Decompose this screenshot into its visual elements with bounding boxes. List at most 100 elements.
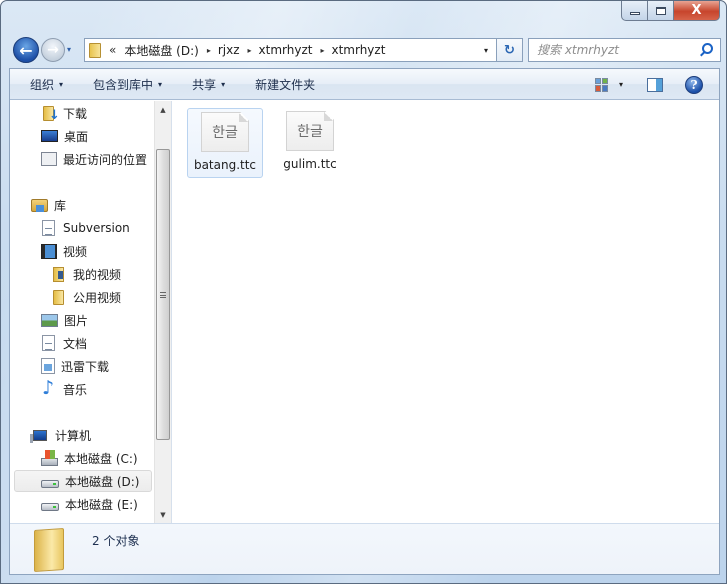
sidebar-item-label: 图片: [64, 313, 89, 328]
navigation-scrollbar[interactable]: ▲ ▼: [154, 101, 171, 523]
folder-icon: [53, 289, 64, 305]
scroll-up-button[interactable]: ▲: [155, 101, 171, 118]
sidebar-item-label: 计算机: [55, 428, 92, 443]
sidebar-item-public-videos[interactable]: 公用视频: [51, 286, 121, 308]
file-item[interactable]: 한글 batang.ttc: [187, 108, 263, 178]
chevron-down-icon: ▾: [221, 79, 226, 89]
sidebar-item-recent-places[interactable]: 最近访问的位置: [41, 148, 147, 170]
search-input[interactable]: [537, 43, 697, 57]
item-count: 2 个对象: [92, 534, 140, 548]
library-icon: [31, 198, 48, 212]
breadcrumb-overflow-button[interactable]: «: [109, 43, 116, 57]
sidebar-item-label: 公用视频: [73, 290, 122, 305]
breadcrumb-separator-icon[interactable]: ▸: [320, 46, 324, 55]
sidebar-item-drive-c[interactable]: 本地磁盘 (C:): [41, 447, 138, 469]
back-button[interactable]: ←: [13, 37, 39, 63]
sidebar-item-label: 迅雷下载: [61, 359, 110, 374]
sidebar-item-documents[interactable]: 文档: [41, 332, 87, 354]
address-bar[interactable]: « 本地磁盘 (D:) ▸ rjxz ▸ xtmrhyzt ▸ xtmrhyzt…: [84, 38, 497, 62]
command-bar-right: ▾ ?: [594, 69, 719, 100]
chevron-down-icon: ▾: [158, 79, 163, 89]
breadcrumb-item[interactable]: xtmrhyzt: [331, 43, 385, 57]
sidebar-item-drive-e[interactable]: 本地磁盘 (E:): [41, 493, 138, 515]
sidebar-item-label: 本地磁盘 (C:): [64, 451, 138, 466]
thunder-download-icon: [41, 358, 55, 374]
maximize-button[interactable]: [648, 1, 674, 21]
organize-menu[interactable]: 组织 ▾: [30, 76, 63, 93]
scrollbar-thumb[interactable]: [156, 149, 170, 441]
sidebar-item-downloads[interactable]: 下载: [41, 102, 87, 124]
pictures-icon: [41, 313, 58, 327]
search-box: [528, 38, 721, 62]
sidebar-item-videos[interactable]: 视频: [41, 240, 87, 262]
scroll-down-button[interactable]: ▼: [155, 506, 171, 523]
documents-icon: [42, 335, 55, 351]
refresh-button[interactable]: ↻: [497, 38, 523, 62]
breadcrumb-item[interactable]: rjxz: [218, 43, 240, 57]
new-folder-button[interactable]: 新建文件夹: [255, 76, 315, 93]
font-file-icon: 한글: [201, 112, 249, 152]
address-dropdown-button[interactable]: ▾: [476, 39, 496, 61]
file-name: gulim.ttc: [283, 157, 337, 171]
breadcrumb-separator-icon[interactable]: ▸: [248, 46, 252, 55]
breadcrumb-separator-icon[interactable]: ▸: [207, 46, 211, 55]
minimize-icon: [629, 11, 640, 15]
view-options-dropdown[interactable]: ▾: [619, 80, 623, 89]
folder-icon: [89, 42, 101, 58]
recent-pages-button[interactable]: ▾: [67, 45, 71, 54]
sidebar-item-subversion[interactable]: Subversion: [41, 217, 130, 239]
system-drive-icon: [41, 449, 58, 466]
breadcrumb-item[interactable]: 本地磁盘 (D:): [124, 42, 198, 59]
sidebar-item-label: 库: [54, 198, 67, 213]
sidebar-item-drive-d[interactable]: 本地磁盘 (D:): [14, 470, 152, 492]
search-icon[interactable]: [702, 43, 713, 54]
sidebar-item-my-videos[interactable]: 我的视频: [51, 263, 121, 285]
sidebar-item-label: 视频: [63, 244, 88, 259]
sidebar-item-label: 本地磁盘 (E:): [65, 497, 138, 512]
share-menu[interactable]: 共享 ▾: [192, 76, 225, 93]
breadcrumb: 本地磁盘 (D:) ▸ rjxz ▸ xtmrhyzt ▸ xtmrhyzt: [124, 42, 385, 59]
minimize-button[interactable]: [621, 1, 648, 21]
change-view-button[interactable]: [594, 77, 609, 92]
sidebar-item-label: 文档: [63, 336, 88, 351]
back-arrow-icon: ←: [19, 40, 33, 60]
refresh-icon: ↻: [504, 42, 515, 58]
close-button[interactable]: X: [674, 1, 720, 21]
computer-icon: [30, 429, 47, 443]
music-icon: [41, 377, 57, 399]
include-in-library-label: 包含到库中: [93, 77, 154, 92]
sidebar-item-label: 下载: [63, 106, 88, 121]
file-item[interactable]: 한글 gulim.ttc: [272, 108, 348, 178]
maximize-icon: [655, 6, 666, 15]
sidebar-item-computer[interactable]: 计算机: [30, 424, 92, 446]
sidebar-item-label: Subversion: [63, 221, 130, 235]
breadcrumb-item[interactable]: xtmrhyzt: [259, 43, 313, 57]
include-in-library-menu[interactable]: 包含到库中 ▾: [93, 76, 162, 93]
video-library-icon: [41, 243, 57, 259]
font-file-icon: 한글: [286, 111, 334, 151]
close-icon: X: [691, 3, 702, 18]
sidebar-item-libraries[interactable]: 库: [31, 194, 66, 216]
sidebar-item-label: 本地磁盘 (D:): [65, 474, 140, 489]
sidebar-item-label: 音乐: [63, 382, 88, 397]
sidebar-item-pictures[interactable]: 图片: [41, 309, 88, 331]
sidebar-item-label: 我的视频: [73, 267, 122, 282]
sidebar-item-desktop[interactable]: 桌面: [41, 125, 88, 147]
sidebar-item-music[interactable]: 音乐: [41, 377, 88, 400]
preview-pane-button[interactable]: [647, 77, 663, 92]
command-bar: 组织 ▾ 包含到库中 ▾ 共享 ▾ 新建文件夹 ▾ ?: [10, 69, 719, 100]
desktop-icon: [41, 130, 58, 142]
explorer-window: X ← → ▾ « 本地磁盘 (D:) ▸ rjxz ▸ xtmrhyzt ▸ …: [0, 0, 727, 584]
drive-icon: [41, 480, 59, 488]
video-folder-icon: [53, 266, 64, 282]
sidebar-item-label: 桌面: [64, 129, 89, 144]
drive-icon: [41, 503, 59, 511]
help-button[interactable]: ?: [685, 75, 703, 94]
chevron-down-icon: ▾: [59, 79, 64, 89]
forward-button[interactable]: →: [41, 38, 65, 62]
sidebar-item-thunder-downloads[interactable]: 迅雷下载: [41, 355, 109, 377]
downloads-icon: [43, 105, 60, 123]
share-label: 共享: [192, 77, 217, 92]
sidebar-item-label: 最近访问的位置: [63, 152, 148, 167]
navigation-pane: 下载 桌面 最近访问的位置 库 Subversion 视频: [10, 101, 172, 523]
